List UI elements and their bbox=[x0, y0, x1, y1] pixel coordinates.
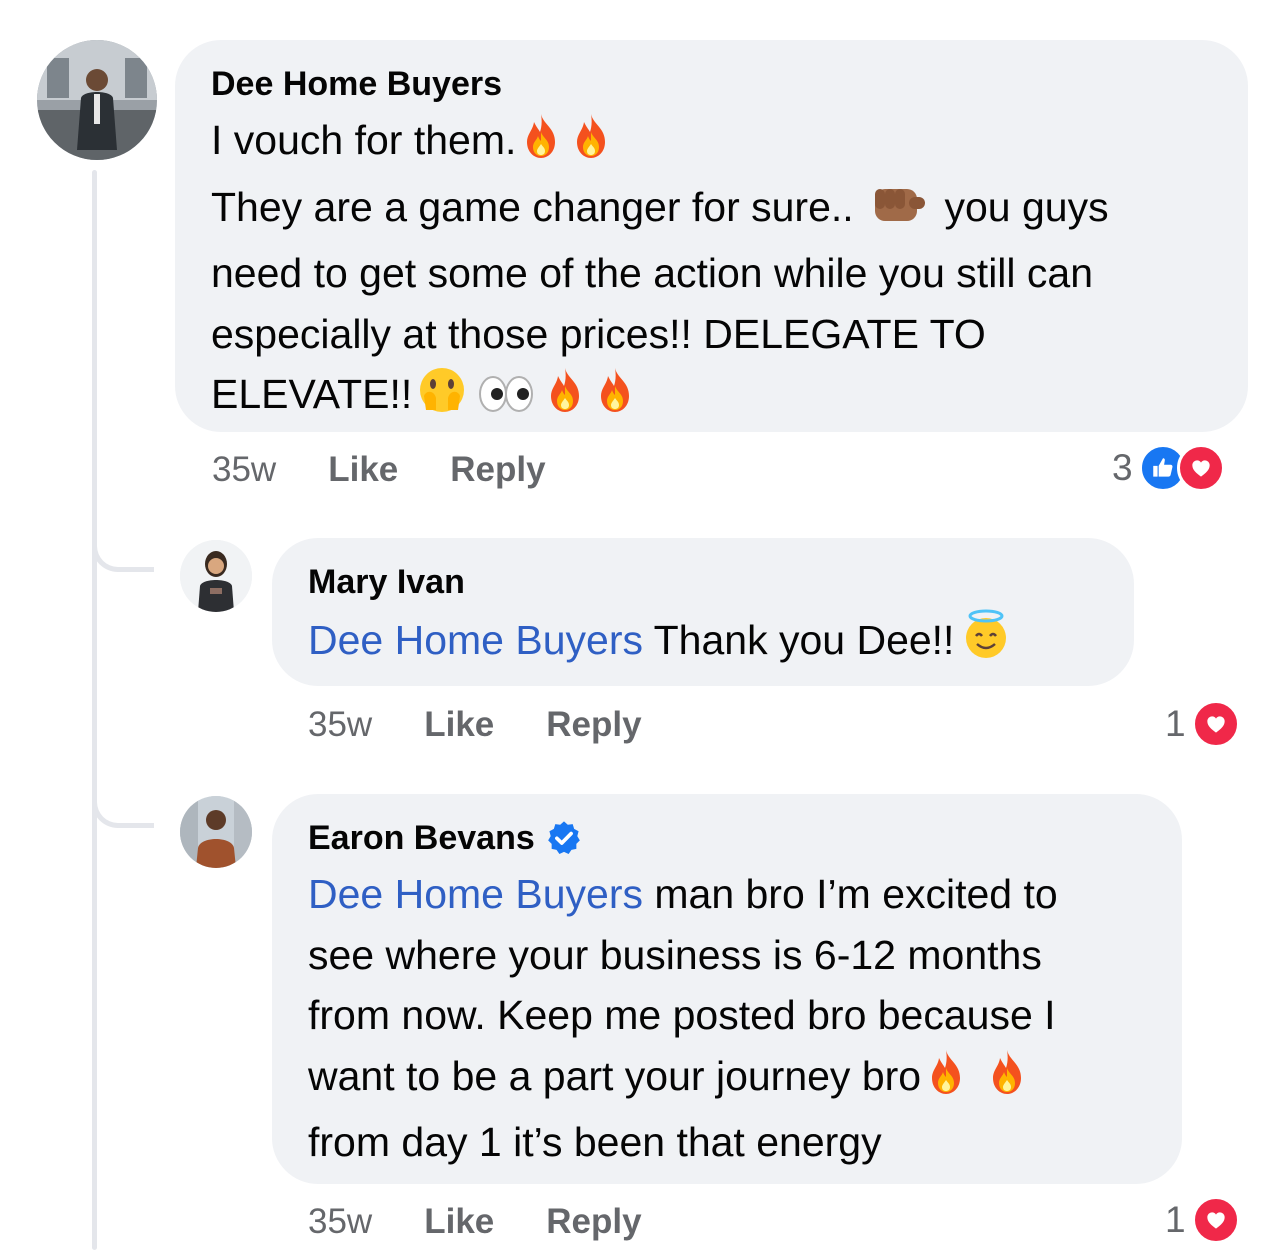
reply-link[interactable]: Reply bbox=[546, 1202, 641, 1242]
fire-emoji bbox=[925, 1048, 967, 1113]
comment-meta: 35w Like Reply bbox=[212, 450, 598, 490]
thread-line bbox=[92, 170, 97, 1250]
like-link[interactable]: Like bbox=[424, 705, 494, 745]
comment-line: need to get some of the action while you… bbox=[211, 250, 1094, 296]
comment-line: They are a game changer for sure.. bbox=[211, 183, 854, 230]
verified-badge-icon bbox=[545, 819, 583, 857]
reaction-count: 3 bbox=[1112, 447, 1133, 488]
comment-line: from day 1 it’s been that energy bbox=[308, 1119, 882, 1165]
comment-time[interactable]: 35w bbox=[308, 1202, 372, 1242]
avatar[interactable] bbox=[180, 540, 252, 612]
thread-branch bbox=[92, 542, 154, 572]
comment-meta: 35w Like Reply bbox=[308, 1202, 694, 1242]
comment-bubble: Mary Ivan Dee Home Buyers Thank you Dee!… bbox=[272, 538, 1134, 686]
fire-emoji bbox=[570, 112, 612, 177]
comment-meta: 35w Like Reply bbox=[308, 705, 694, 745]
comment-bubble: Earon Bevans Dee Home Buyers man bro I’m… bbox=[272, 794, 1182, 1184]
comment-text: I vouch for them. They are a game change… bbox=[211, 110, 1212, 431]
reaction-count: 1 bbox=[1165, 1199, 1186, 1240]
comment-author[interactable]: Dee Home Buyers bbox=[211, 64, 1212, 104]
comment-line: Thank you Dee!! bbox=[642, 617, 955, 663]
mention-link[interactable]: Dee Home Buyers bbox=[308, 871, 643, 917]
comment-time[interactable]: 35w bbox=[212, 450, 276, 490]
like-link[interactable]: Like bbox=[424, 1202, 494, 1242]
love-icon bbox=[1176, 444, 1225, 492]
hand-over-mouth-emoji bbox=[416, 366, 468, 431]
like-link[interactable]: Like bbox=[328, 450, 398, 490]
reply-link[interactable]: Reply bbox=[450, 450, 545, 490]
comment-author-row: Earon Bevans bbox=[308, 818, 1146, 858]
reaction-summary[interactable]: 1 bbox=[1165, 1196, 1240, 1244]
comment-line: especially at those prices!! DELEGATE TO bbox=[211, 310, 986, 357]
comment-text: Dee Home Buyers man bro I’m excited to s… bbox=[308, 864, 1146, 1173]
fire-emoji bbox=[594, 366, 636, 431]
comment-line: want to be a part your journey bro bbox=[308, 1052, 922, 1099]
eyes-emoji bbox=[476, 370, 536, 431]
fist-emoji bbox=[869, 183, 929, 244]
reaction-summary[interactable]: 3 bbox=[1112, 444, 1225, 492]
halo-smile-emoji bbox=[958, 608, 1014, 677]
comment-time[interactable]: 35w bbox=[308, 705, 372, 745]
fire-emoji bbox=[544, 366, 586, 431]
comment-bubble: Dee Home Buyers I vouch for them. They a… bbox=[175, 40, 1248, 432]
love-icon bbox=[1191, 1196, 1240, 1244]
comment-line: from now. Keep me posted bro because I bbox=[308, 992, 1056, 1038]
reaction-count: 1 bbox=[1165, 703, 1186, 744]
reaction-summary[interactable]: 1 bbox=[1165, 700, 1240, 748]
comment-author[interactable]: Earon Bevans bbox=[308, 818, 535, 858]
fire-emoji bbox=[520, 112, 562, 177]
comment-text: Dee Home Buyers Thank you Dee!! bbox=[308, 608, 1098, 677]
comment-author[interactable]: Mary Ivan bbox=[308, 562, 1098, 602]
avatar[interactable] bbox=[180, 796, 252, 868]
comment-line: see where your business is 6-12 months bbox=[308, 931, 1042, 978]
comment-line: ELEVATE!! bbox=[211, 371, 413, 417]
comment-line: I vouch for them. bbox=[211, 117, 517, 163]
love-icon bbox=[1191, 700, 1240, 748]
comment-line: you guys bbox=[944, 183, 1109, 230]
comment-line: man bro I’m excited to bbox=[642, 871, 1058, 917]
fire-emoji bbox=[986, 1048, 1028, 1113]
thread-branch bbox=[92, 798, 154, 828]
reply-link[interactable]: Reply bbox=[546, 705, 641, 745]
mention-link[interactable]: Dee Home Buyers bbox=[308, 617, 643, 663]
avatar[interactable] bbox=[37, 40, 157, 160]
